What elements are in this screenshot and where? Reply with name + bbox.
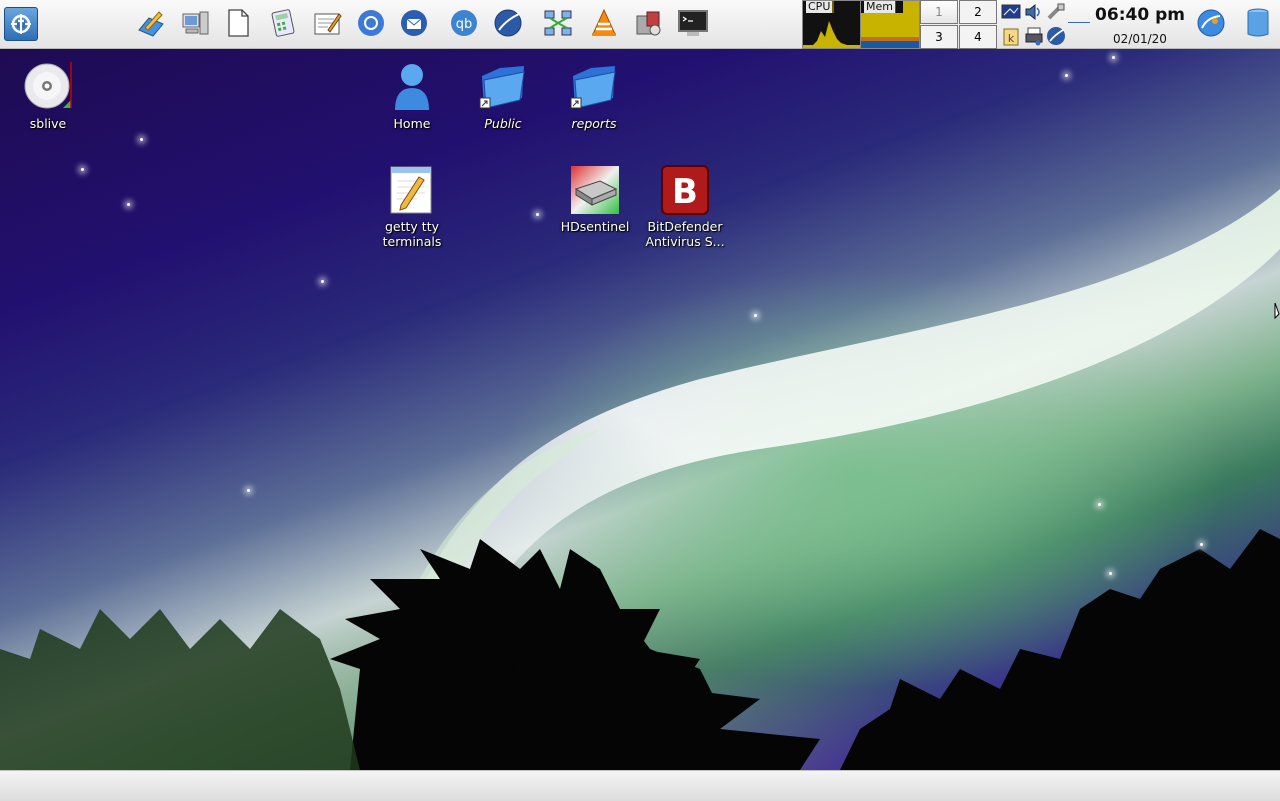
svg-text:k: k — [1008, 32, 1015, 45]
launcher-qbittorrent[interactable]: qb — [447, 6, 481, 40]
star-sparkle — [1098, 503, 1101, 506]
top-panel: qb CPU Mem 1 2 3 4 k 06:40 pm 02/01/20 — [0, 0, 1280, 49]
star-sparkle — [247, 489, 250, 492]
thunderbird-icon — [401, 10, 427, 36]
folder-link-icon — [478, 62, 528, 112]
desktop-icon-reports[interactable]: reports — [548, 62, 640, 131]
launcher-network-globe[interactable] — [491, 6, 525, 40]
trash-button[interactable] — [1241, 6, 1275, 40]
desktop-icon-bitdefender[interactable]: B BitDefender Antivirus S... — [639, 165, 731, 249]
desktop-icon-sblive[interactable]: sblive — [2, 62, 94, 131]
cpu-label: CPU — [806, 0, 833, 13]
clipboard-icon: k — [1003, 28, 1019, 46]
launcher-vlc[interactable] — [587, 6, 621, 40]
star-sparkle — [1200, 543, 1203, 546]
star-sparkle — [81, 168, 84, 171]
hard-disk-icon — [570, 165, 620, 215]
tray-network[interactable] — [1046, 2, 1066, 22]
star-sparkle — [140, 138, 143, 141]
svg-text:B: B — [672, 172, 698, 212]
desktop-3[interactable]: 3 — [920, 25, 958, 49]
package-manager-icon — [636, 11, 661, 36]
bottom-taskbar[interactable] — [0, 770, 1280, 801]
memory-monitor[interactable]: Mem — [860, 0, 920, 49]
launcher-text-editor[interactable] — [310, 6, 344, 40]
clock-date[interactable]: 02/01/20 — [1090, 32, 1190, 46]
text-document-icon — [387, 165, 437, 215]
network-cable-icon — [1047, 3, 1065, 20]
desktop-icon-hdsentinel[interactable]: HDsentinel — [549, 165, 641, 234]
launcher-system-settings[interactable] — [178, 6, 212, 40]
launcher-calculator[interactable] — [266, 6, 300, 40]
desktop-1[interactable]: 1 — [920, 0, 958, 24]
chromium-icon — [358, 10, 384, 36]
desktop-4[interactable]: 4 — [959, 25, 997, 49]
browser-globe-icon — [1197, 9, 1225, 37]
tray-updates[interactable] — [1046, 26, 1066, 46]
desktop-icon-home[interactable]: Home — [366, 62, 458, 131]
star-sparkle — [536, 213, 539, 216]
mem-label: Mem — [864, 0, 895, 13]
launcher-network-manager[interactable] — [541, 6, 575, 40]
folder-link-icon — [569, 62, 619, 112]
launcher-package-manager[interactable] — [631, 6, 665, 40]
launcher-thunderbird[interactable] — [397, 6, 431, 40]
tray-klipper[interactable]: k — [1001, 26, 1021, 46]
launcher-blank-document[interactable] — [221, 6, 255, 40]
system-settings-icon — [182, 11, 209, 35]
printer-icon — [1025, 27, 1043, 46]
desktop-icon-label: sblive — [29, 116, 67, 131]
tray-printer[interactable] — [1024, 26, 1044, 46]
tray-display[interactable] — [1001, 2, 1021, 22]
desktop-wallpaper[interactable] — [0, 49, 1280, 770]
desktop-icon-label: getty tty terminals — [382, 219, 442, 249]
launcher-terminal[interactable] — [676, 6, 710, 40]
desktop-2[interactable]: 2 — [959, 0, 997, 24]
desktop-icon-label: reports — [571, 116, 617, 131]
trash-icon — [1247, 8, 1269, 37]
tray-blank[interactable] — [1068, 2, 1090, 23]
start-menu-button[interactable] — [4, 7, 38, 41]
launcher-chromium[interactable] — [354, 6, 388, 40]
terminal-icon — [678, 10, 708, 36]
star-sparkle — [321, 280, 324, 283]
network-globe-icon — [494, 9, 522, 37]
bitdefender-icon: B — [660, 165, 710, 215]
blank-document-icon — [228, 9, 249, 37]
text-editor-icon — [314, 13, 342, 35]
qbittorrent-icon: qb — [451, 10, 477, 36]
kde-menu-icon — [11, 14, 31, 34]
star-sparkle — [127, 203, 130, 206]
aurora-wallpaper-art — [0, 189, 1280, 770]
star-sparkle — [1065, 74, 1068, 77]
desktop-icon-label: Public — [484, 116, 522, 131]
calculator-icon — [271, 9, 295, 37]
speaker-icon — [1025, 3, 1040, 21]
user-home-icon — [387, 62, 437, 112]
update-globe-icon — [1047, 27, 1065, 45]
tray-volume[interactable] — [1024, 2, 1044, 22]
svg-text:qb: qb — [456, 17, 473, 32]
launcher-web-browser[interactable] — [1194, 6, 1228, 40]
star-sparkle — [754, 314, 757, 317]
kde-edit-icon — [138, 11, 164, 37]
clock-time[interactable]: 06:40 pm — [1090, 5, 1190, 25]
star-sparkle — [1109, 572, 1112, 575]
cpu-monitor[interactable]: CPU — [802, 0, 862, 49]
desktop-icon-label: Home — [393, 116, 431, 131]
desktop-icon-public[interactable]: Public — [457, 62, 549, 131]
display-icon — [1001, 4, 1021, 19]
vlc-icon — [592, 8, 616, 36]
star-sparkle — [1112, 56, 1115, 59]
desktop-icon-getty-tty-terminals[interactable]: getty tty terminals — [366, 165, 458, 249]
network-manager-icon — [544, 10, 572, 36]
launcher-kde-edit[interactable] — [133, 6, 167, 40]
cdrom-icon — [23, 62, 73, 112]
mouse-cursor-icon — [1274, 302, 1280, 320]
desktop-icon-label: HDsentinel — [560, 219, 630, 234]
desktop-icon-label: BitDefender Antivirus S... — [645, 219, 725, 249]
